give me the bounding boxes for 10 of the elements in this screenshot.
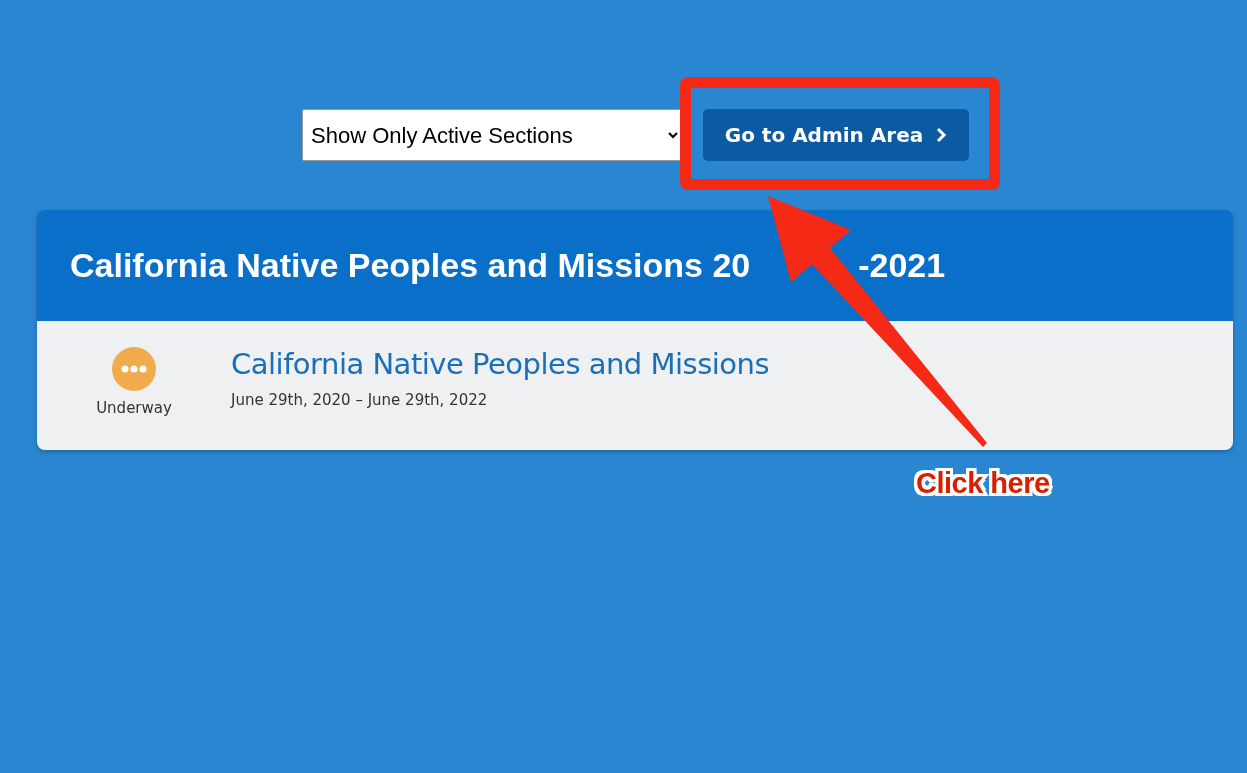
status-label: Underway — [96, 399, 172, 417]
section-filter-dropdown[interactable]: Show Only Active Sections — [302, 109, 682, 161]
course-group-title: -2021 — [858, 246, 946, 285]
admin-area-button[interactable]: Go to Admin Area — [703, 109, 969, 161]
chevron-right-icon — [935, 127, 948, 143]
status-dots-icon — [112, 347, 156, 391]
section-dates: June 29th, 2020 – June 29th, 2022 — [231, 391, 489, 409]
course-group-title: California Native Peoples and Missions 20 — [70, 246, 751, 285]
section-title-link[interactable]: California Native Peoples and Missions — [231, 347, 770, 381]
annotation-label: Click here — [916, 467, 1050, 500]
